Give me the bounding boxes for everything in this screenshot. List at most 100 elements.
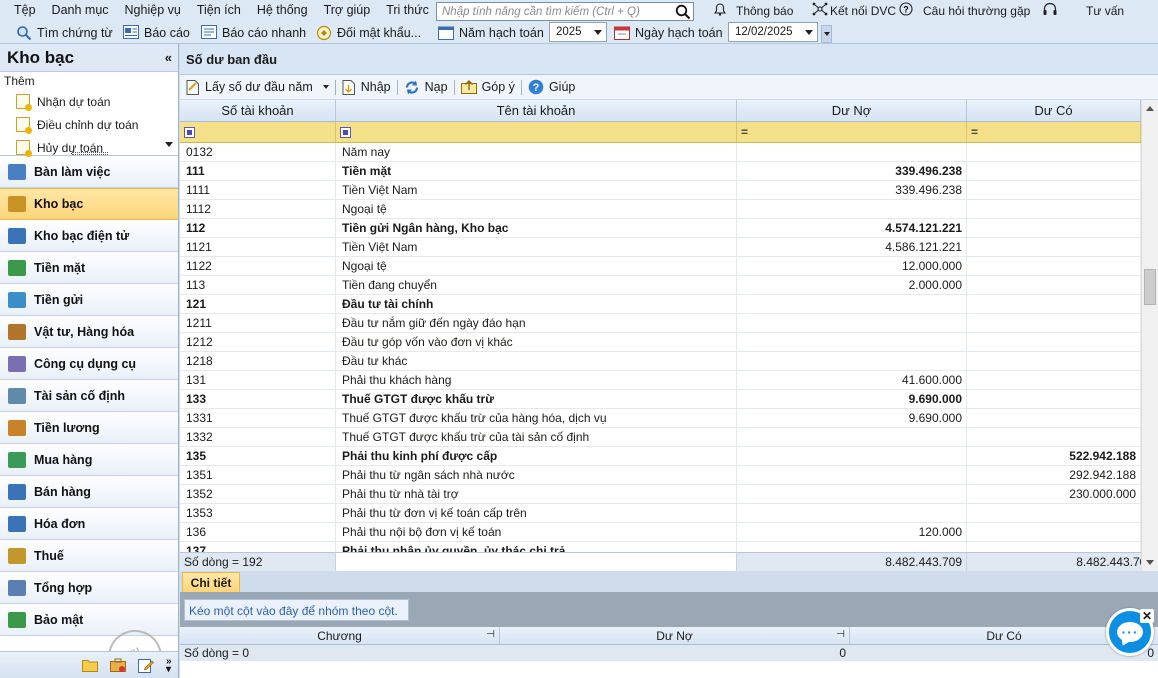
table-row[interactable]: 1353 Phải thu từ đơn vị kế toán cấp trên [180,504,1158,523]
cell-debit[interactable] [737,352,967,370]
cell-debit[interactable]: 339.496.238 [737,162,967,180]
cell-credit[interactable] [967,523,1141,541]
cell-account-name[interactable]: Phải thu nhận ủy quyền, ủy thác chi trả [336,542,737,552]
equals-operator-icon[interactable]: = [971,125,978,139]
table-row[interactable]: 1331 Thuế GTGT được khấu trừ của hàng hóa… [180,409,1158,428]
cell-debit[interactable] [737,466,967,484]
column-header-account-number[interactable]: Số tài khoản [180,100,336,121]
cell-debit[interactable] [737,143,967,161]
cell-account-name[interactable]: Đầu tư nắm giữ đến ngày đáo hạn [336,314,737,332]
cell-debit[interactable] [737,447,967,465]
chevron-down-icon[interactable] [322,85,329,89]
sidebar-item-workspace[interactable]: Bàn làm việc [0,156,178,188]
cell-account-number[interactable]: 1211 [180,314,336,332]
cell-credit[interactable] [967,200,1141,218]
menu-knowledge[interactable]: Tri thức [378,0,437,21]
filter-operator-icon[interactable] [184,126,195,138]
table-row[interactable]: 1351 Phải thu từ ngân sách nhà nước 292.94… [180,466,1158,485]
table-row[interactable]: 0132 Năm nay [180,143,1158,162]
cell-credit[interactable] [967,390,1141,408]
sidebar-item-security[interactable]: Bảo mật [0,604,178,636]
sidebar-item-inventory[interactable]: Vật tư, Hàng hóa [0,316,178,348]
cell-account-name[interactable]: Ngoại tệ [336,257,737,275]
cell-account-name[interactable]: Năm nay [336,143,737,161]
cell-debit[interactable]: 41.600.000 [737,371,967,389]
filter-debit[interactable]: = [737,122,967,142]
sidebar-item-sales[interactable]: Bán hàng [0,476,178,508]
briefcase-icon[interactable] [110,658,126,675]
toolbar-overflow-button[interactable] [821,25,832,43]
tab-detail[interactable]: Chi tiết [182,572,240,592]
cell-credit[interactable] [967,162,1141,180]
table-row[interactable]: 133 Thuế GTGT được khấu trừ 9.690.000 [180,390,1158,409]
cell-debit[interactable] [737,295,967,313]
search-icon[interactable] [673,3,693,20]
reconcile-button[interactable]: Đối mật khẩu... [316,22,421,43]
cell-account-name[interactable]: Tiền mặt [336,162,737,180]
table-row[interactable]: 111 Tiền mặt 339.496.238 [180,162,1158,181]
cell-account-number[interactable]: 0132 [180,143,336,161]
cell-credit[interactable] [967,409,1141,427]
cell-account-number[interactable]: 112 [180,219,336,237]
pin-icon[interactable]: ⊣ [836,629,845,640]
cell-debit[interactable]: 9.690.000 [737,390,967,408]
cell-account-name[interactable]: Thuế GTGT được khấu trừ của hàng hóa, dị… [336,409,737,427]
cell-account-number[interactable]: 121 [180,295,336,313]
cell-account-number[interactable]: 137 [180,542,336,552]
connect-dvc-button[interactable]: Kết nối DVC [812,0,896,21]
column-header-debit[interactable]: Dư Nợ [737,100,967,121]
cell-credit[interactable] [967,276,1141,294]
group-by-panel[interactable]: Kéo một cột vào đây để nhóm theo cột. [180,592,1158,627]
sub-item-adjust-estimate[interactable]: Điều chỉnh dự toán [0,113,178,136]
post-date-picker[interactable]: 12/02/2025 [728,22,818,42]
filter-credit[interactable]: = [967,122,1141,142]
cell-debit[interactable] [737,428,967,446]
cell-account-number[interactable]: 113 [180,276,336,294]
table-row[interactable]: 137 Phải thu nhận ủy quyền, ủy thác chi t… [180,542,1158,552]
sidebar-item-treasury[interactable]: Kho bạc [0,188,178,220]
cell-account-name[interactable]: Phải thu từ đơn vị kế toán cấp trên [336,504,737,522]
detail-column-debit[interactable]: Dư Nợ ⊣ [500,627,850,644]
fiscal-year-select[interactable]: 2025 [549,22,607,42]
sidebar-item-tax[interactable]: Thuế [0,540,178,572]
cell-account-number[interactable]: 136 [180,523,336,541]
cell-account-number[interactable]: 1112 [180,200,336,218]
report-button[interactable]: Báo cáo [123,22,190,43]
cell-account-name[interactable]: Đầu tư khác [336,352,737,370]
equals-operator-icon[interactable]: = [741,125,748,139]
filter-account-name[interactable] [336,122,737,142]
cell-account-name[interactable]: Phải thu kinh phí được cấp [336,447,737,465]
cell-credit[interactable] [967,314,1141,332]
cell-account-number[interactable]: 111 [180,162,336,180]
table-row[interactable]: 135 Phải thu kinh phí được cấp 522.942.188 [180,447,1158,466]
cell-debit[interactable]: 9.690.000 [737,409,967,427]
menu-file[interactable]: Tệp [0,0,44,21]
table-row[interactable]: 1122 Ngoại tệ 12.000.000 [180,257,1158,276]
sidebar-item-fixed-assets[interactable]: Tài sản cố định [0,380,178,412]
cell-account-name[interactable]: Phải thu khách hàng [336,371,737,389]
cell-credit[interactable] [967,181,1141,199]
cell-debit[interactable] [737,314,967,332]
table-row[interactable]: 1121 Tiền Việt Nam 4.586.121.221 [180,238,1158,257]
refresh-button[interactable]: Nạp [398,77,454,97]
cell-account-number[interactable]: 1218 [180,352,336,370]
cell-account-number[interactable]: 1111 [180,181,336,199]
edit-icon[interactable] [138,658,154,676]
sidebar-item-summary[interactable]: Tổng hợp [0,572,178,604]
folder-icon[interactable] [82,659,98,675]
sidebar-item-deposit[interactable]: Tiền gửi [0,284,178,316]
table-row[interactable]: 1211 Đầu tư nắm giữ đến ngày đáo hạn [180,314,1158,333]
cell-account-number[interactable]: 1351 [180,466,336,484]
cell-debit[interactable] [737,504,967,522]
table-row[interactable]: 112 Tiền gửi Ngân hàng, Kho bạc 4.574.121.… [180,219,1158,238]
menu-system[interactable]: Hệ thống [249,0,316,21]
sidebar-item-payroll[interactable]: Tiền lương [0,412,178,444]
cell-account-number[interactable]: 1353 [180,504,336,522]
detail-column-chapter[interactable]: Chương ⊣ [180,627,500,644]
cell-account-name[interactable]: Ngoại tệ [336,200,737,218]
cell-account-number[interactable]: 1331 [180,409,336,427]
table-row[interactable]: 131 Phải thu khách hàng 41.600.000 [180,371,1158,390]
import-button[interactable]: Nhập [336,77,397,97]
cell-account-name[interactable]: Phải thu nội bộ đơn vị kế toán [336,523,737,541]
cell-account-name[interactable]: Tiền Việt Nam [336,238,737,256]
